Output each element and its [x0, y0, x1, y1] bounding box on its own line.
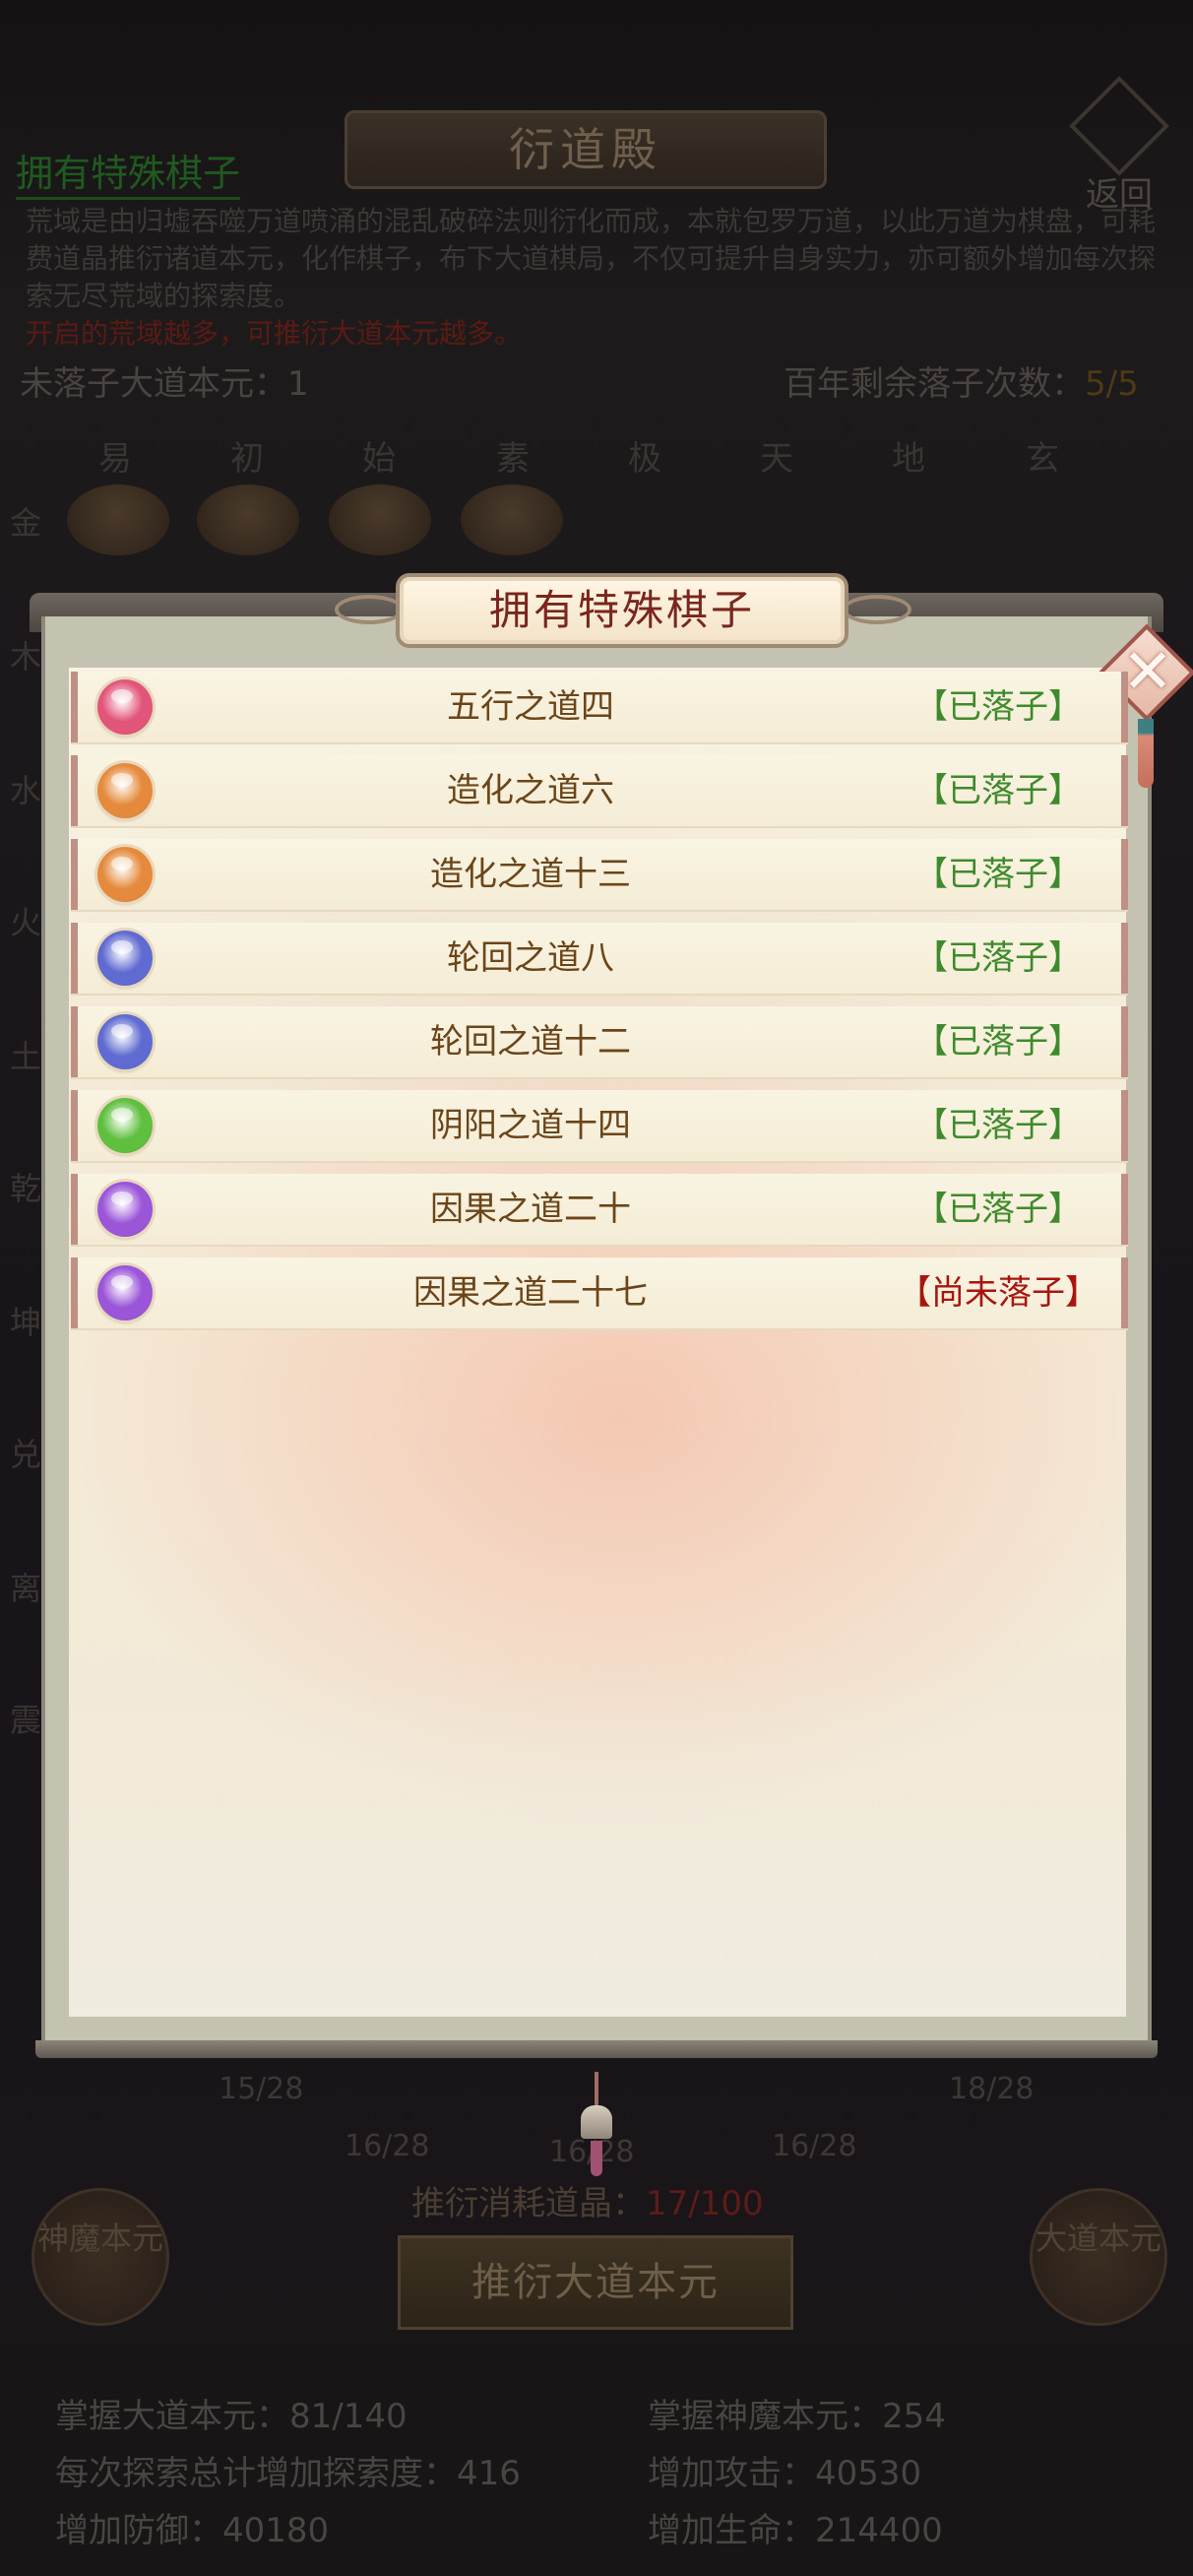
list-item[interactable]: 轮回之道八 【已落子】: [71, 923, 1128, 994]
dialog-title: 拥有特殊棋子: [396, 573, 848, 648]
deduce-button[interactable]: 推衍大道本元: [398, 2235, 793, 2330]
chess-piece-icon: [97, 1182, 153, 1237]
description-text: 荒域是由归墟吞噬万道喷涌的混乱破碎法则衍化而成，本就包罗万道，以此万道为棋盘，可…: [26, 203, 1177, 353]
special-pieces-link[interactable]: 拥有特殊棋子: [16, 143, 241, 200]
progress-fraction: 16/28: [345, 2129, 430, 2163]
title-ornament-right: [843, 595, 911, 624]
bell-ornament: [577, 2072, 616, 2180]
piece-status: 【已落子】: [914, 855, 1082, 894]
return-button[interactable]: 返回: [1068, 76, 1169, 215]
list-item[interactable]: 因果之道二十 【已落子】: [71, 1174, 1128, 1245]
stat-mastered-demon: 掌握神魔本元：254: [648, 2397, 946, 2436]
list-item[interactable]: 轮回之道十二 【已落子】: [71, 1006, 1128, 1077]
piece-name: 造化之道十三: [430, 855, 631, 894]
remaining-placements: 百年剩余落子次数：5/5: [784, 356, 1139, 405]
progress-fraction: 18/28: [949, 2072, 1035, 2106]
piece-status: 【已落子】: [914, 687, 1082, 727]
stat-exploration: 每次探索总计增加探索度：416: [55, 2454, 521, 2493]
list-item[interactable]: 阴阳之道十四 【已落子】: [71, 1090, 1128, 1161]
chess-piece-icon: [97, 679, 153, 735]
bell-string: [595, 2072, 598, 2107]
chess-piece-icon: [97, 931, 153, 986]
row-header: 金: [10, 504, 42, 542]
column-header: 初: [230, 439, 264, 479]
remaining-label: 百年剩余落子次数：: [784, 364, 1085, 404]
progress-fraction: 15/28: [219, 2072, 304, 2106]
unplaced-count: 未落子大道本元：1: [20, 364, 309, 404]
stats-panel: 掌握大道本元：81/140 掌握神魔本元：254 每次探索总计增加探索度：416…: [0, 2348, 1193, 2576]
piece-status: 【已落子】: [914, 1022, 1082, 1062]
piece-status: 【尚未落子】: [898, 1273, 1099, 1313]
chess-piece-icon: [97, 1014, 153, 1069]
stat-mastered-dao: 掌握大道本元：81/140: [55, 2397, 408, 2436]
board-piece[interactable]: [197, 484, 299, 555]
description-red: 开启的荒域越多，可推衍大道本元越多。: [26, 317, 523, 350]
description-main: 荒域是由归墟吞噬万道喷涌的混乱破碎法则衍化而成，本就包罗万道，以此万道为棋盘，可…: [26, 205, 1157, 312]
demon-origin-button[interactable]: 神魔本元: [31, 2188, 169, 2326]
screen-title: 衍道殿: [345, 110, 827, 189]
cost-value: 17/100: [646, 2184, 764, 2223]
stat-hp: 增加生命：214400: [648, 2511, 943, 2550]
piece-name: 轮回之道八: [447, 938, 614, 978]
progress-fraction: 16/28: [772, 2129, 857, 2163]
list-item[interactable]: 造化之道六 【已落子】: [71, 755, 1128, 826]
column-header: 极: [628, 439, 661, 479]
dialog-frame-bottom: [35, 2040, 1158, 2058]
return-icon: [1069, 76, 1169, 176]
column-header: 始: [362, 439, 396, 479]
list-item[interactable]: 造化之道十三 【已落子】: [71, 839, 1128, 910]
chess-piece-icon: [97, 847, 153, 902]
chess-piece-icon: [97, 763, 153, 818]
column-header: 地: [892, 439, 925, 479]
piece-name: 因果之道二十: [430, 1190, 631, 1229]
piece-status: 【已落子】: [914, 938, 1082, 978]
board-piece[interactable]: [461, 484, 563, 555]
board-piece[interactable]: [329, 484, 431, 555]
remaining-value: 5/5: [1085, 364, 1139, 404]
board-column-headers: 易 初 始 素 极 天 地 玄: [0, 431, 1193, 481]
chess-piece-icon: [97, 1098, 153, 1153]
list-item[interactable]: 因果之道二十七 【尚未落子】: [71, 1257, 1128, 1328]
cost-label: 推衍消耗道晶：: [411, 2184, 646, 2223]
bell-icon: [581, 2105, 612, 2139]
chess-piece-icon: [97, 1265, 153, 1320]
piece-status: 【已落子】: [914, 1106, 1082, 1145]
piece-status: 【已落子】: [914, 1190, 1082, 1229]
stat-defense: 增加防御：40180: [55, 2511, 330, 2550]
piece-name: 造化之道六: [447, 771, 614, 810]
paper-mist-decoration: [69, 1672, 1126, 2017]
piece-name: 五行之道四: [447, 687, 614, 727]
column-header: 易: [98, 439, 132, 479]
piece-name: 轮回之道十二: [430, 1022, 631, 1062]
tassel-decoration: [1138, 719, 1154, 788]
column-header: 素: [496, 439, 530, 479]
stat-attack: 增加攻击：40530: [648, 2454, 922, 2493]
dao-origin-button[interactable]: 大道本元: [1030, 2188, 1167, 2326]
column-header: 玄: [1026, 439, 1059, 479]
piece-name: 因果之道二十七: [413, 1273, 648, 1313]
special-pieces-dialog: 拥有特殊棋子 ✕ 五行之道四 【已落子】 造化之道六 【已落子】 造化之道十三 …: [30, 573, 1193, 2072]
cost-line: 推衍消耗道晶：17/100: [411, 2176, 764, 2224]
piece-status: 【已落子】: [914, 771, 1082, 810]
title-ornament-left: [335, 595, 404, 624]
list-item[interactable]: 五行之道四 【已落子】: [71, 672, 1128, 742]
piece-name: 阴阳之道十四: [430, 1106, 631, 1145]
board-piece[interactable]: [67, 484, 169, 555]
column-header: 天: [760, 439, 793, 479]
bell-tassel: [591, 2141, 602, 2176]
